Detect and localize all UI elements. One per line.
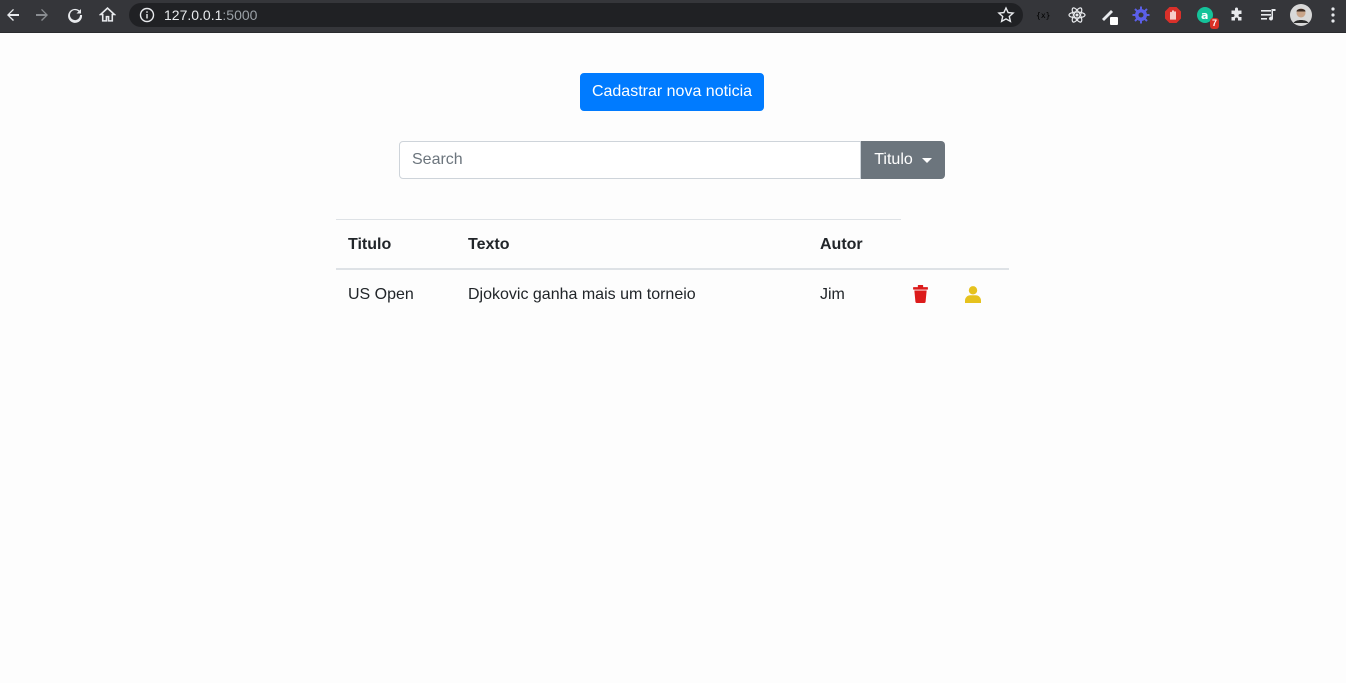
trash-icon[interactable] bbox=[911, 284, 929, 304]
page-content: Cadastrar nova noticia Titulo Titulo Tex… bbox=[0, 33, 1346, 683]
header-titulo: Titulo bbox=[348, 236, 392, 253]
address-bar[interactable]: 127.0.0.1:5000 bbox=[129, 3, 1023, 27]
table-header: Titulo Texto Autor bbox=[336, 219, 901, 269]
cell-titulo: US Open bbox=[348, 286, 414, 303]
extension-badge: 7 bbox=[1209, 18, 1219, 29]
svg-text:a: a bbox=[1201, 9, 1208, 22]
filter-dropdown-label: Titulo bbox=[874, 151, 913, 168]
table-row: US Open Djokovic ganha mais um torneio J… bbox=[336, 269, 1009, 319]
grammarly-icon[interactable]: a 7 bbox=[1195, 5, 1219, 29]
bookmark-star-icon[interactable] bbox=[997, 6, 1015, 24]
cell-autor: Jim bbox=[820, 286, 845, 303]
reload-icon[interactable] bbox=[62, 0, 88, 29]
profile-avatar[interactable] bbox=[1290, 4, 1312, 26]
header-autor: Autor bbox=[820, 236, 863, 253]
new-news-button[interactable]: Cadastrar nova noticia bbox=[580, 73, 764, 111]
react-devtools-icon[interactable] bbox=[1067, 5, 1087, 25]
filter-dropdown-button[interactable]: Titulo bbox=[861, 141, 945, 179]
extensions-puzzle-icon[interactable] bbox=[1227, 5, 1247, 25]
pen-tool-icon[interactable] bbox=[1099, 5, 1119, 25]
back-arrow-icon[interactable] bbox=[0, 0, 26, 29]
media-queue-icon[interactable] bbox=[1259, 5, 1279, 25]
browser-toolbar: 127.0.0.1:5000 {x} a 7 bbox=[0, 0, 1346, 33]
news-table: Titulo Texto Autor US Open Djokovic ganh… bbox=[336, 219, 1009, 319]
home-icon[interactable] bbox=[94, 0, 120, 29]
header-texto: Texto bbox=[468, 236, 510, 253]
site-info-icon[interactable] bbox=[139, 7, 155, 23]
extension-brackets-icon[interactable]: {x} bbox=[1034, 5, 1054, 25]
menu-dots-icon[interactable] bbox=[1324, 5, 1342, 25]
svg-text:{x}: {x} bbox=[1036, 11, 1050, 20]
gear-extension-icon[interactable] bbox=[1131, 5, 1151, 25]
caret-down-icon bbox=[921, 157, 932, 163]
url-text: 127.0.0.1:5000 bbox=[164, 7, 258, 23]
forward-arrow-icon[interactable] bbox=[29, 0, 55, 29]
adblock-hand-icon[interactable] bbox=[1163, 5, 1183, 25]
cell-texto: Djokovic ganha mais um torneio bbox=[468, 286, 696, 303]
user-icon[interactable] bbox=[964, 284, 982, 304]
search-input[interactable] bbox=[399, 141, 861, 179]
